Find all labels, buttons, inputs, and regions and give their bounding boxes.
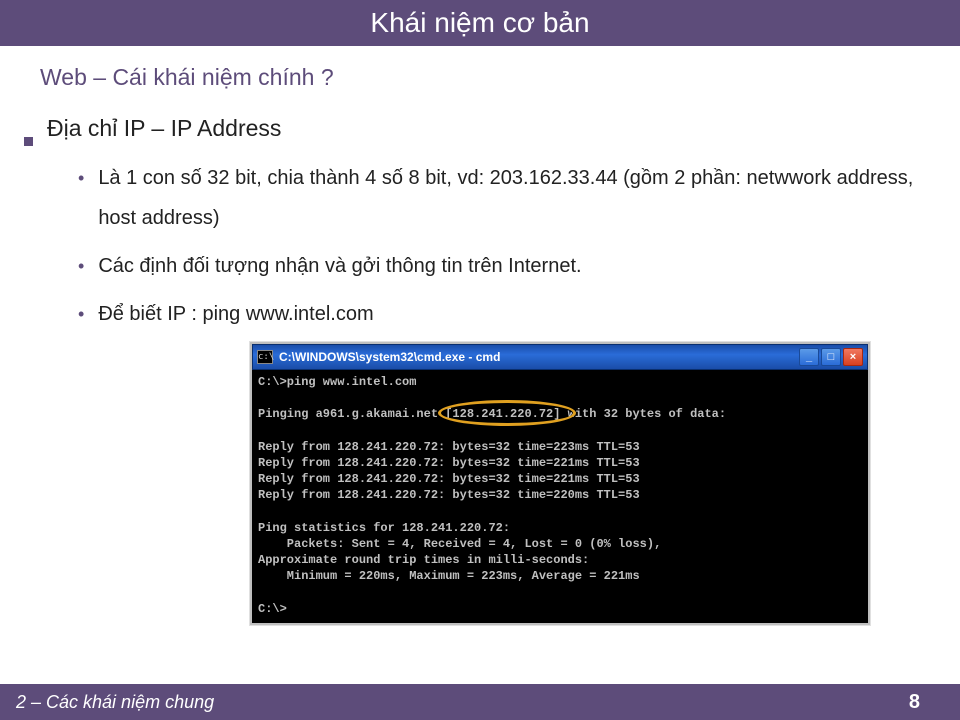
cmd-window-buttons: _ □ × bbox=[799, 348, 863, 366]
slide-title-bar: Khái niệm cơ bản bbox=[0, 0, 960, 46]
list-item-text: Các định đối tượng nhận và gởi thông tin… bbox=[98, 246, 581, 286]
cmd-titlebar: c:\ C:\WINDOWS\system32\cmd.exe - cmd _ … bbox=[252, 344, 868, 370]
slide-content: Web – Cái khái niệm chính ? Địa chỉ IP –… bbox=[0, 46, 960, 625]
list-item-text: Để biết IP : ping www.intel.com bbox=[98, 294, 373, 334]
dot-bullet-icon: • bbox=[78, 160, 84, 196]
highlight-ellipse bbox=[438, 400, 576, 426]
footer-section-label: 2 – Các khái niệm chung bbox=[16, 692, 214, 713]
list-item: • Các định đối tượng nhận và gởi thông t… bbox=[78, 246, 916, 286]
main-bullet: Địa chỉ IP – IP Address bbox=[24, 115, 916, 142]
slide-subtitle: Web – Cái khái niệm chính ? bbox=[40, 64, 916, 91]
heading-text: Địa chỉ IP – IP Address bbox=[47, 115, 281, 142]
cmd-output: C:\>ping www.intel.com Pinging a961.g.ak… bbox=[252, 370, 868, 623]
cmd-window-title: C:\WINDOWS\system32\cmd.exe - cmd bbox=[279, 350, 799, 364]
minimize-button[interactable]: _ bbox=[799, 348, 819, 366]
cmd-app-icon: c:\ bbox=[257, 350, 273, 364]
sub-bullet-list: • Là 1 con số 32 bit, chia thành 4 số 8 … bbox=[78, 158, 916, 334]
square-bullet-icon bbox=[24, 137, 33, 146]
close-button[interactable]: × bbox=[843, 348, 863, 366]
maximize-button[interactable]: □ bbox=[821, 348, 841, 366]
slide-title: Khái niệm cơ bản bbox=[370, 7, 589, 39]
list-item: • Là 1 con số 32 bit, chia thành 4 số 8 … bbox=[78, 158, 916, 238]
page-number: 8 bbox=[909, 691, 920, 714]
list-item-text: Là 1 con số 32 bit, chia thành 4 số 8 bi… bbox=[98, 158, 916, 238]
dot-bullet-icon: • bbox=[78, 296, 84, 332]
list-item: • Để biết IP : ping www.intel.com bbox=[78, 294, 916, 334]
dot-bullet-icon: • bbox=[78, 248, 84, 284]
slide-footer: 2 – Các khái niệm chung 8 bbox=[0, 684, 960, 720]
cmd-window: c:\ C:\WINDOWS\system32\cmd.exe - cmd _ … bbox=[250, 342, 870, 625]
